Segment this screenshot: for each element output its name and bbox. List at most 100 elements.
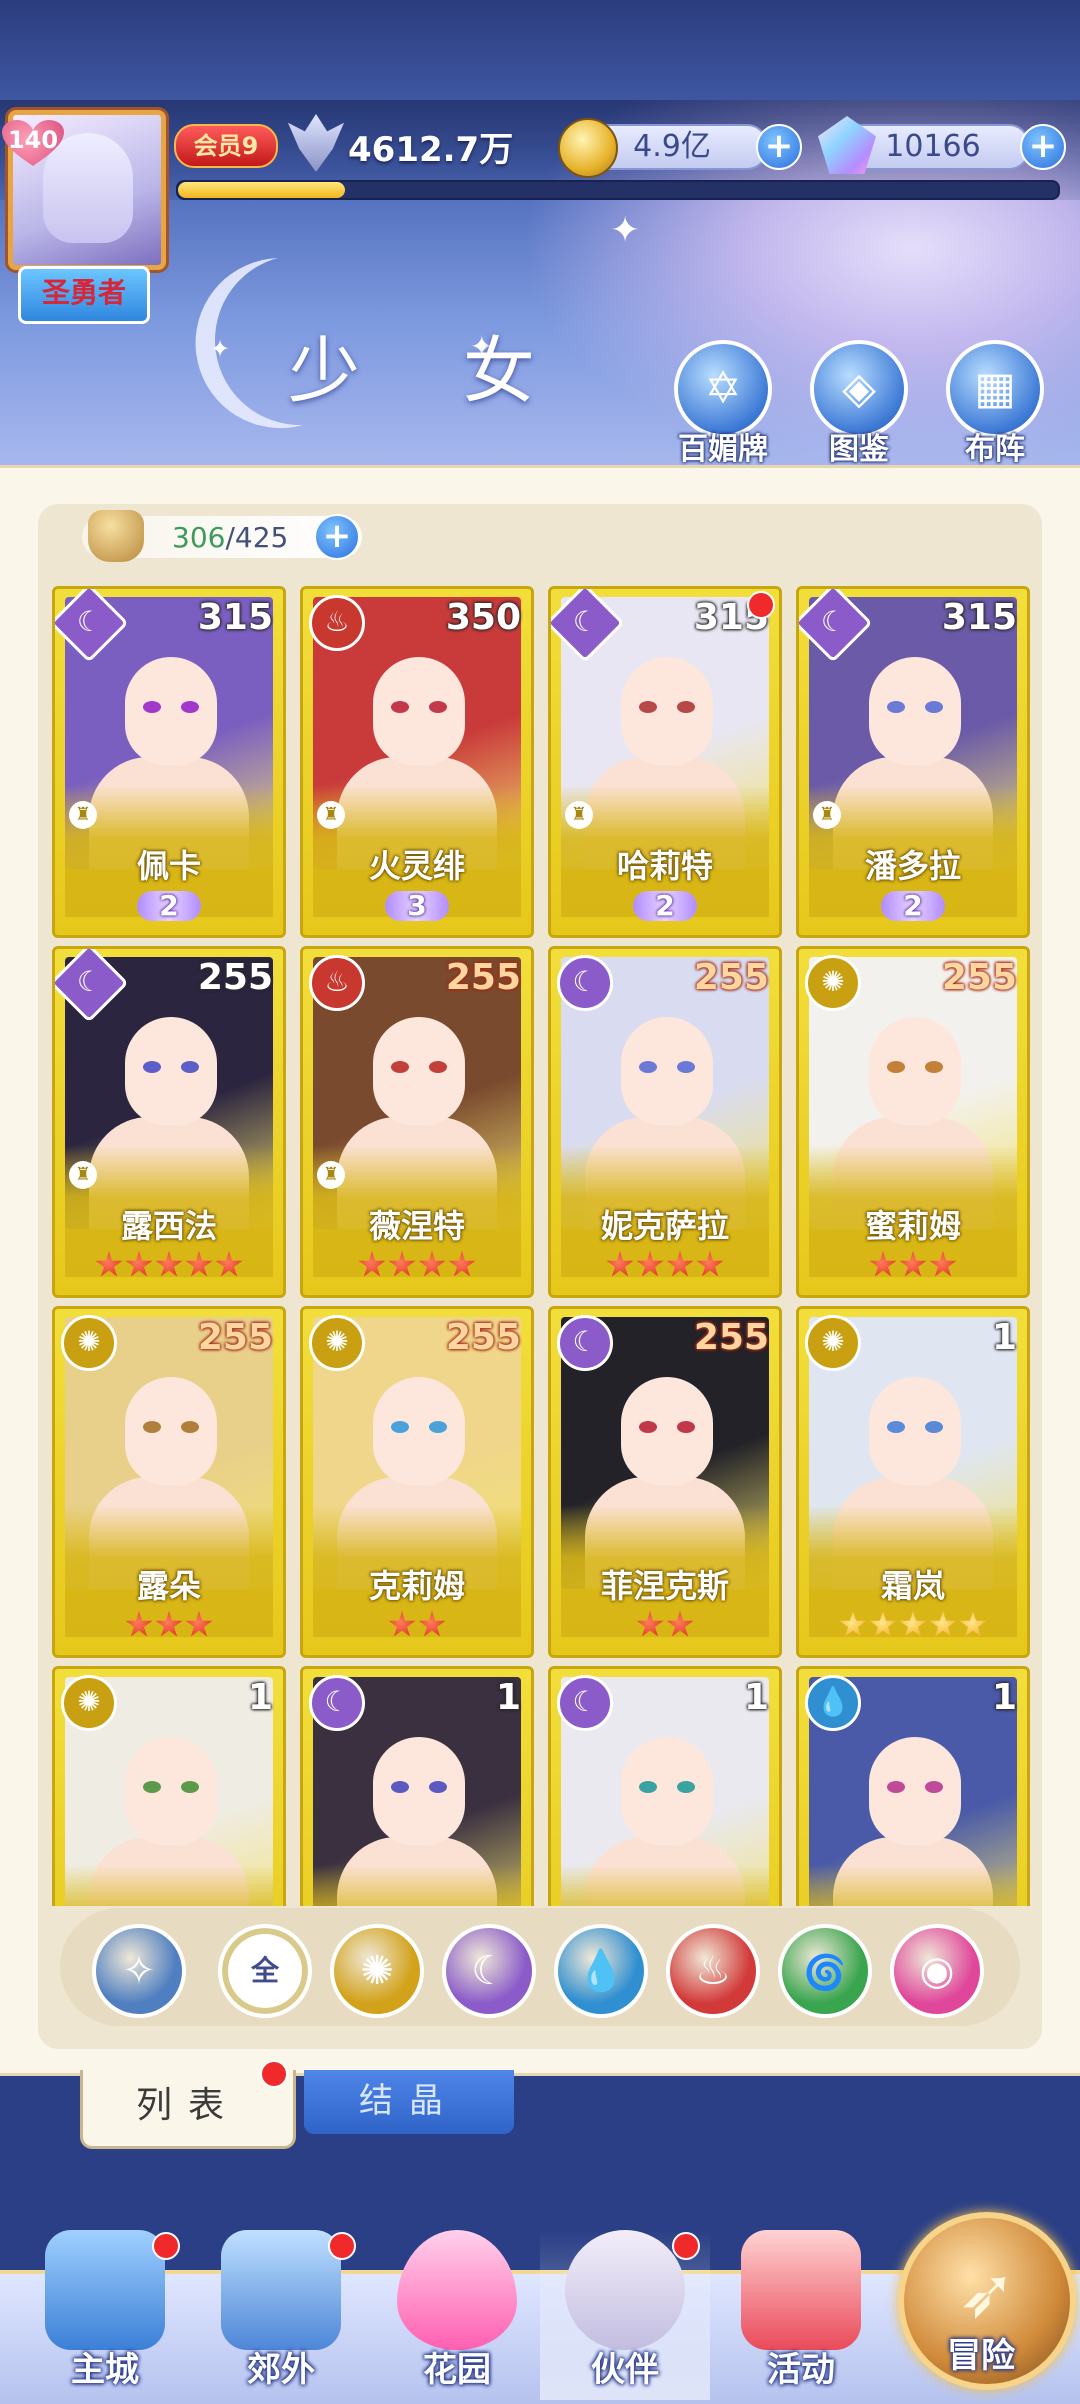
vip-badge[interactable]: 会员9 — [174, 124, 278, 168]
portrait-face — [869, 657, 961, 765]
partner-card[interactable]: ☾ 255 菲涅克斯 — [548, 1306, 782, 1658]
portrait-face — [373, 657, 465, 765]
partner-card[interactable]: 💧 1 — [796, 1666, 1030, 1906]
star-icon — [606, 1251, 634, 1277]
star-icon — [125, 1611, 153, 1637]
formation-button[interactable]: ▦ 布阵 — [940, 340, 1050, 467]
nav-item-castle[interactable]: 主城 — [20, 2230, 190, 2400]
partner-card[interactable]: ✺ 1 — [52, 1666, 286, 1906]
partner-level: 1 — [247, 1677, 273, 1718]
portrait-face — [125, 1377, 217, 1485]
card-deck-button[interactable]: ✡ 百媚牌 — [668, 340, 778, 467]
partner-name: 蜜莉姆 — [864, 1207, 961, 1245]
partner-card[interactable]: ✺ 1 霜岚 — [796, 1306, 1030, 1658]
portrait-eye — [925, 1061, 943, 1073]
nav-item-heart[interactable]: 花园 — [372, 2230, 542, 2400]
partner-card[interactable]: ☾ 315 ♜ 哈莉特 2 — [548, 586, 782, 938]
filter-sun-button[interactable]: ✺ — [330, 1924, 424, 2018]
portrait-face — [125, 1737, 217, 1845]
expand-inventory-button[interactable]: + — [314, 514, 360, 560]
portrait-eye — [181, 1421, 199, 1433]
filter-fire-button[interactable]: ♨ — [666, 1924, 760, 2018]
star-icon — [869, 1251, 897, 1277]
inventory-current: 306 — [172, 521, 226, 554]
partner-name: 霜岚 — [880, 1567, 945, 1605]
portrait-eye — [143, 1781, 161, 1793]
nav-label-adventure: 冒险 — [947, 2336, 1015, 2376]
sun-element-icon: ✺ — [61, 1315, 117, 1371]
partner-name: 妮克萨拉 — [600, 1207, 729, 1245]
fire-element-icon: ♨ — [309, 955, 365, 1011]
nav-item-gift[interactable]: 活动 — [716, 2230, 886, 2400]
notice-dot — [152, 2232, 180, 2260]
sparkle-icon: ✦ — [610, 210, 641, 251]
portrait-face — [125, 657, 217, 765]
sun-element-icon: ✺ — [309, 1315, 365, 1371]
partner-card[interactable]: ✺ 255 蜜莉姆 — [796, 946, 1030, 1298]
card-name-plate — [65, 1865, 273, 1906]
filter-moon-button[interactable]: ☾ — [442, 1924, 536, 2018]
portrait-face — [869, 1737, 961, 1845]
star-icon — [388, 1251, 416, 1277]
gift-icon — [741, 2230, 861, 2350]
filter-all-button[interactable]: 全 — [218, 1924, 312, 2018]
portrait-eye — [677, 1421, 695, 1433]
portrait-eye — [639, 1061, 657, 1073]
partner-rarity — [55, 1611, 283, 1641]
star-icon — [929, 1611, 957, 1637]
codex-label: 图鉴 — [829, 432, 889, 467]
portrait-eye — [391, 1061, 409, 1073]
formation-label: 布阵 — [965, 432, 1025, 467]
tab-crystal[interactable]: 结晶 — [304, 2070, 514, 2134]
partner-card[interactable]: ☾ 1 — [300, 1666, 534, 1906]
partner-name: 潘多拉 — [864, 847, 961, 885]
portrait-eye — [391, 701, 409, 713]
partner-rarity: 2 — [799, 891, 1027, 921]
partner-icon — [565, 2230, 685, 2350]
player-title-badge[interactable]: 圣勇者 — [18, 266, 150, 324]
gate-icon — [221, 2230, 341, 2350]
exp-progress-bar — [176, 180, 1060, 200]
filter-water-button[interactable]: 💧 — [554, 1924, 648, 2018]
filter-wind-button[interactable]: 🌀 — [778, 1924, 872, 2018]
portrait-eye — [677, 701, 695, 713]
partner-level: 315 — [197, 597, 273, 638]
portrait-face — [869, 1377, 961, 1485]
portrait-eye — [429, 1061, 447, 1073]
portrait-eye — [925, 1421, 943, 1433]
partner-card[interactable]: ♨ 255 ♜ 薇涅特 — [300, 946, 534, 1298]
nav-item-partner[interactable]: 伙伴 — [540, 2230, 710, 2400]
partner-card[interactable]: ☾ 255 妮克萨拉 — [548, 946, 782, 1298]
add-gem-button[interactable]: + — [1020, 124, 1066, 170]
filter-star-button[interactable]: ✧ — [92, 1924, 186, 2018]
portrait-eye — [391, 1421, 409, 1433]
sun-element-icon: ✺ — [805, 1315, 861, 1371]
partner-card[interactable]: ☾ 315 ♜ 佩卡 2 — [52, 586, 286, 938]
portrait-eye — [677, 1781, 695, 1793]
partner-rarity — [303, 1611, 531, 1641]
partner-card[interactable]: ✺ 255 克莉姆 — [300, 1306, 534, 1658]
nav-item-gate[interactable]: 郊外 — [196, 2230, 366, 2400]
partner-rarity — [799, 1611, 1027, 1641]
partner-card[interactable]: ☾ 1 — [548, 1666, 782, 1906]
portrait-face — [125, 1017, 217, 1125]
star-icon — [929, 1251, 957, 1277]
partner-card[interactable]: ☾ 255 ♜ 露西法 — [52, 946, 286, 1298]
partner-card[interactable]: ☾ 315 ♜ 潘多拉 2 — [796, 586, 1030, 938]
nav-label: 活动 — [767, 2350, 835, 2390]
chess-piece-icon: ♜ — [317, 801, 345, 829]
partner-card-grid: ☾ 315 ♜ 佩卡 2 ♨ 350 ♜ 火灵绯 3 ☾ 315 ♜ 哈莉特 2 ☾ 315 ♜ 潘多拉 2 ☾ 255 ♜… — [52, 586, 1032, 1906]
portrait-face — [621, 1017, 713, 1125]
nav-label: 伙伴 — [591, 2350, 659, 2390]
sun-element-icon: ✺ — [61, 1675, 117, 1731]
portrait-eye — [181, 1781, 199, 1793]
add-gold-button[interactable]: + — [756, 124, 802, 170]
filter-void-button[interactable]: ◉ — [890, 1924, 984, 2018]
chess-piece-icon: ♜ — [69, 1161, 97, 1189]
portrait-face — [869, 1017, 961, 1125]
codex-button[interactable]: ◈ 图鉴 — [804, 340, 914, 467]
partner-card[interactable]: ♨ 350 ♜ 火灵绯 3 — [300, 586, 534, 938]
partner-rarity — [55, 1251, 283, 1281]
partner-card[interactable]: ✺ 255 露朵 — [52, 1306, 286, 1658]
star-icon — [388, 1611, 416, 1637]
